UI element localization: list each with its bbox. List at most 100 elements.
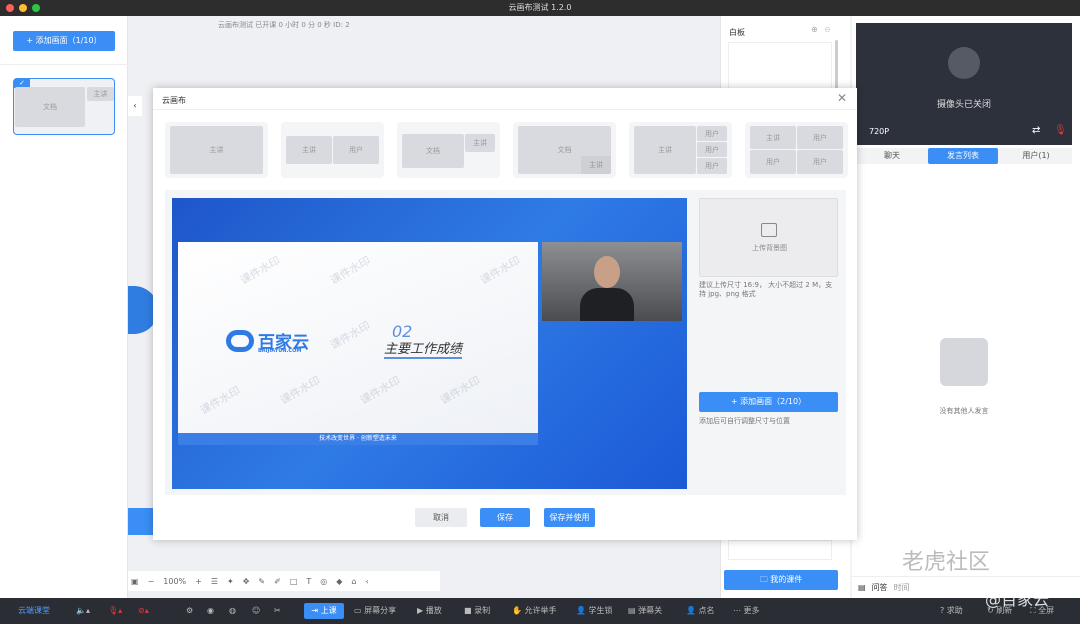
speak-empty-text: 没有其他人发言: [939, 407, 989, 415]
slide-document[interactable]: 百家云 BAIJIAYUN.COM 02 主要工作成绩 课件水印 课件水印 课件…: [178, 242, 538, 445]
watermark-text: 课件水印: [357, 373, 403, 408]
courseware-thumbnail[interactable]: [728, 540, 832, 560]
right-tabs: 聊天 发言列表 用户(1): [856, 148, 1072, 164]
record-button[interactable]: ■ 录制: [464, 598, 490, 624]
laser-icon[interactable]: ✦: [227, 577, 234, 586]
zoom-out-icon[interactable]: −: [148, 577, 155, 586]
roll-call-button[interactable]: 👤 点名: [686, 598, 715, 624]
settings-icon[interactable]: ⚙: [186, 598, 193, 624]
person-face: [594, 256, 620, 288]
layout-option-5[interactable]: 主讲 用户 用户 用户: [629, 122, 732, 178]
brand-logo: 云端课堂: [18, 606, 50, 615]
close-icon[interactable]: ✕: [837, 91, 847, 105]
brand-watermark: @百家云: [985, 590, 1050, 609]
save-and-use-button[interactable]: 保存并使用: [544, 508, 595, 527]
page-icon[interactable]: ☰: [211, 577, 218, 586]
layout-block: 主讲: [170, 126, 263, 174]
speaker-icon[interactable]: 🔈▴: [76, 598, 90, 624]
play-button[interactable]: ▶ 播放: [417, 598, 442, 624]
dialog-title: 云画布: [162, 96, 186, 105]
tab-speak-list[interactable]: 发言列表: [928, 148, 998, 164]
layout-option-6[interactable]: 主讲 用户 用户 用户: [745, 122, 848, 178]
help-button[interactable]: ? 求助: [940, 598, 963, 624]
minimize-window-button[interactable]: [19, 4, 27, 12]
add-scene-button[interactable]: + 添加画面（2/10）: [699, 392, 838, 412]
qa-tab[interactable]: 问答: [872, 582, 888, 593]
add-whiteboard-icon[interactable]: ⊕: [811, 25, 818, 34]
eraser-icon[interactable]: ◆: [336, 577, 342, 586]
save-button[interactable]: 保存: [480, 508, 530, 527]
device-check-icon[interactable]: ◍: [229, 598, 236, 624]
board-edge: [128, 508, 153, 535]
pen-icon[interactable]: ✎: [258, 577, 265, 586]
scissors-icon[interactable]: ✂: [274, 598, 281, 624]
collapse-icon[interactable]: ‹: [128, 96, 142, 116]
layout-block: 文档: [402, 134, 464, 168]
window-title: 云画布测试 1.2.0: [508, 3, 572, 12]
close-window-button[interactable]: [6, 4, 14, 12]
empty-speaker-icon: [940, 338, 988, 386]
add-scene-button[interactable]: + 添加画面（1/10）: [13, 31, 115, 51]
tab-users[interactable]: 用户(1): [1000, 148, 1072, 164]
whiteboard-thumbnail[interactable]: [728, 42, 832, 92]
watermark-text: 课件水印: [437, 373, 483, 408]
remove-whiteboard-icon[interactable]: ⊖: [824, 25, 831, 34]
layout-block: 用户: [797, 126, 843, 149]
camera-status: 摄像头已关闭: [936, 100, 991, 110]
tab-chat[interactable]: 聊天: [856, 148, 928, 164]
scrollbar[interactable]: [835, 40, 838, 90]
layout-option-2[interactable]: 主讲 用户: [281, 122, 384, 178]
add-hint: 添加后可自行调整尺寸与位置: [699, 417, 790, 425]
camera-off-icon[interactable]: ⊘▴: [138, 598, 149, 624]
beauty-icon[interactable]: ☺: [252, 598, 260, 624]
doc-block: 文档: [15, 87, 85, 127]
student-lock-button[interactable]: 👤 学生锁: [576, 598, 613, 624]
watermark-text: 课件水印: [197, 383, 243, 418]
scene-sidebar: + 添加画面（1/10） ✓ 文档 主讲: [0, 16, 128, 598]
qa-sort[interactable]: 时间: [894, 582, 910, 593]
color-icon[interactable]: ◎: [320, 577, 327, 586]
highlighter-icon[interactable]: ✐: [274, 577, 281, 586]
maximize-window-button[interactable]: [32, 4, 40, 12]
watermark-text: 课件水印: [277, 373, 323, 408]
start-class-button[interactable]: ⇥ 上课: [304, 603, 344, 619]
person-body: [580, 288, 634, 321]
my-courseware-button[interactable]: 🗀 我的课件: [724, 570, 838, 590]
danmaku-button[interactable]: ▤ 弹幕关: [628, 598, 662, 624]
community-watermark: 老虎社区: [902, 550, 991, 575]
security-icon[interactable]: ◉: [207, 598, 214, 624]
fit-icon[interactable]: ▣: [131, 577, 139, 586]
rectangle-icon[interactable]: □: [290, 577, 298, 586]
slide-footer: 技术改变世界 · 创新塑造未来: [178, 433, 538, 445]
teacher-video[interactable]: [542, 242, 682, 321]
camera-off-icon: [948, 47, 980, 79]
move-icon[interactable]: ✥: [243, 577, 250, 586]
more-button[interactable]: ⋯ 更多: [733, 598, 760, 624]
clear-icon[interactable]: ⌂: [351, 577, 356, 586]
screen-share-button[interactable]: ▭ 屏幕分享: [354, 598, 396, 624]
zoom-in-icon[interactable]: +: [195, 577, 202, 586]
title-bar: 云画布测试 1.2.0: [0, 0, 1080, 16]
layout-option-4[interactable]: 文档 主讲: [513, 122, 616, 178]
watermark-text: 课件水印: [327, 318, 373, 353]
resolution: 720P: [869, 127, 890, 136]
scene-thumbnail[interactable]: ✓ 文档 主讲: [13, 78, 115, 135]
collapse-toolbar-icon[interactable]: ‹: [366, 577, 369, 586]
editor-area: 百家云 BAIJIAYUN.COM 02 主要工作成绩 课件水印 课件水印 课件…: [165, 190, 846, 495]
text-icon[interactable]: T: [306, 577, 311, 586]
switch-camera-icon[interactable]: ⇄: [1032, 125, 1040, 136]
canvas-preview[interactable]: 百家云 BAIJIAYUN.COM 02 主要工作成绩 课件水印 课件水印 课件…: [172, 198, 687, 489]
folder-icon: 🗀: [759, 575, 771, 584]
mic-off-icon[interactable]: 🎙▴: [108, 598, 122, 624]
divider: [0, 64, 128, 65]
layout-option-3[interactable]: 文档 主讲: [397, 122, 500, 178]
raise-hand-button[interactable]: ✋ 允许举手: [512, 598, 557, 624]
mic-off-icon[interactable]: 🎙: [1054, 125, 1067, 136]
layout-option-1[interactable]: 主讲: [165, 122, 268, 178]
watermark-text: 课件水印: [237, 253, 283, 288]
upload-background-button[interactable]: 上传背景图: [699, 198, 838, 277]
divider: [153, 109, 857, 110]
watermark-text: 课件水印: [327, 253, 373, 288]
layout-block: 主讲: [750, 126, 796, 149]
cancel-button[interactable]: 取消: [415, 508, 467, 527]
